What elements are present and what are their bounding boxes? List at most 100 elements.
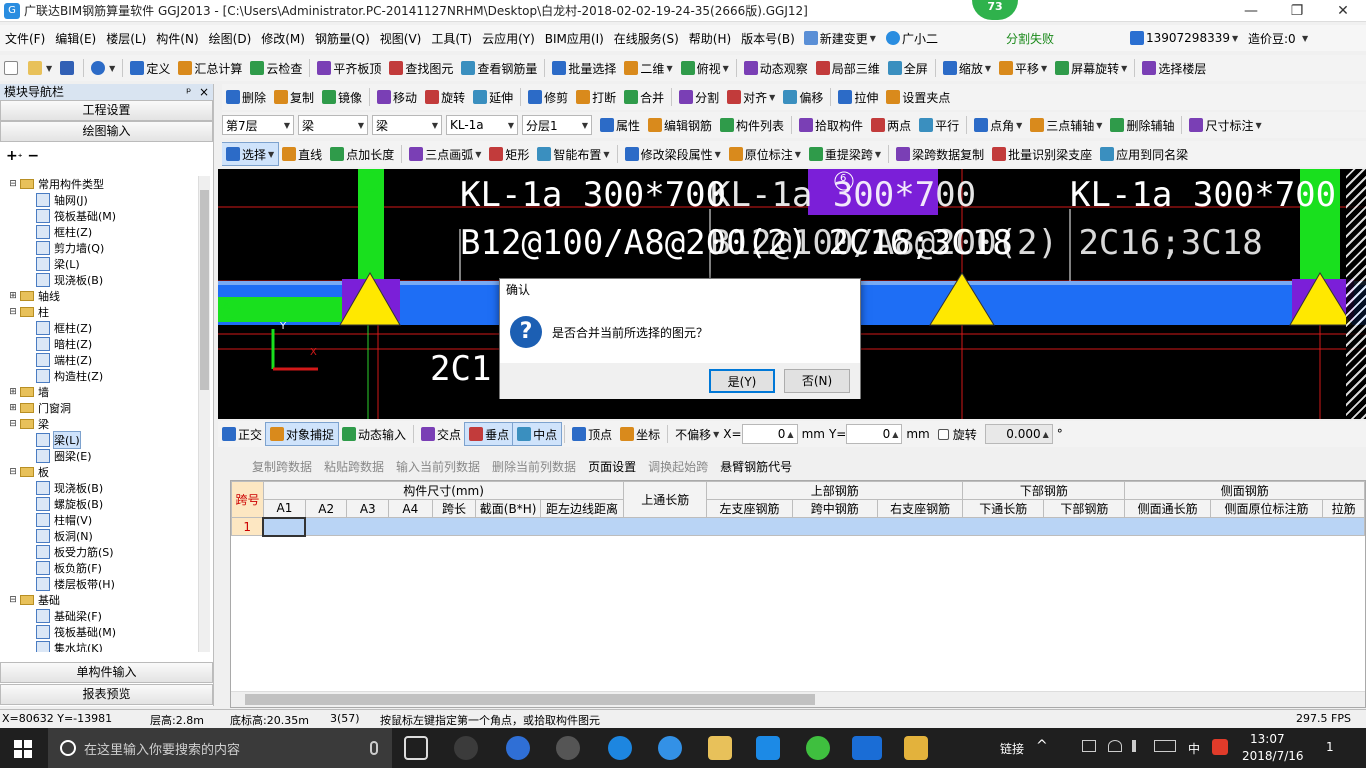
tree-node-17[interactable]: 圈梁(E) (0, 448, 198, 464)
tree-node-4[interactable]: 剪力墙(Q) (0, 240, 198, 256)
menu-item-5[interactable]: 修改(M) (256, 30, 310, 47)
keyboard-tray-icon[interactable] (1154, 740, 1176, 752)
col-top-0[interactable]: 左支座钢筋 (706, 499, 793, 518)
beam-label-1[interactable]: KL-1a 300*700 (460, 175, 726, 215)
menu-item-11[interactable]: 在线服务(S) (609, 30, 684, 47)
snap-tool-button-6[interactable]: 顶点 (568, 423, 616, 445)
main-tool-button-12[interactable]: 缩放 ▼ (939, 57, 995, 79)
table-row[interactable]: 1 (231, 516, 1365, 537)
edit-tool-button-0[interactable]: 删除 (222, 86, 270, 108)
active-cell[interactable] (262, 516, 307, 537)
ime-lang[interactable]: 中 (1188, 740, 1200, 757)
snap-tool-button-5[interactable]: 中点 (512, 422, 563, 446)
tree-node-27[interactable]: 基础梁(F) (0, 608, 198, 624)
col-side-1[interactable]: 侧面原位标注筋 (1209, 499, 1324, 518)
price-dropdown-icon[interactable]: ▼ (1302, 34, 1308, 43)
draw-tool-button-3[interactable]: 三点画弧 ▼ (405, 143, 485, 165)
link-label[interactable]: 链接 (1000, 740, 1024, 757)
restore-button[interactable]: ❐ (1274, 0, 1320, 22)
draw-tool-button-10[interactable]: 批量识别梁支座 (988, 143, 1096, 165)
rebar-label-2[interactable]: B12@100/A8@200(2) 2C16;3C18 (710, 223, 1263, 263)
col-group-side[interactable]: 侧面钢筋 (1124, 481, 1365, 500)
menu-item-7[interactable]: 视图(V) (375, 30, 427, 47)
draw-tool-button-2[interactable]: 点加长度 (326, 143, 398, 165)
main-tool-button-6[interactable]: 批量选择 (548, 57, 620, 79)
close-button[interactable]: ✕ (1320, 0, 1366, 22)
drawing-input-button[interactable]: 绘图输入 (0, 121, 213, 142)
tree-node-16[interactable]: 梁(L) (0, 431, 198, 449)
component-name-select[interactable]: KL-1a ▼ (446, 115, 518, 135)
offset-select[interactable]: 不偏移 ▼ (671, 423, 723, 445)
menu-item-13[interactable]: 版本号(B) (736, 30, 800, 47)
comp-tool-button-5[interactable]: 平行 (915, 114, 963, 136)
beam-label-3[interactable]: KL-1a 300*700 (1070, 175, 1336, 215)
tree-scrollbar[interactable] (198, 176, 210, 652)
tree-node-13[interactable]: ⊞ 墙 (0, 384, 198, 400)
span-tool-1[interactable]: 粘贴跨数据 (324, 458, 384, 475)
yes-button[interactable]: 是(Y) (709, 369, 775, 393)
tree-node-8[interactable]: ⊟ 柱 (0, 304, 198, 320)
main-tool-button-15[interactable]: 选择楼层 (1138, 57, 1210, 79)
app-green-icon[interactable] (806, 736, 830, 760)
open-file-button[interactable]: ▼ (24, 57, 56, 79)
tree-node-22[interactable]: 板洞(N) (0, 528, 198, 544)
main-tool-button-9[interactable]: 动态观察 (740, 57, 812, 79)
tree-toggle-icon[interactable]: ⊟ (8, 307, 18, 317)
comp-tool-button-9[interactable]: 尺寸标注 ▼ (1185, 114, 1265, 136)
span-tool-4[interactable]: 页面设置 (588, 458, 636, 475)
tree-node-29[interactable]: 集水坑(K) (0, 640, 198, 652)
col-dim-1[interactable]: A2 (304, 499, 348, 518)
edit-tool-button-4[interactable]: 旋转 (421, 86, 469, 108)
col-top-1[interactable]: 跨中钢筋 (791, 499, 878, 518)
minimize-button[interactable]: — (1228, 0, 1274, 22)
comp-tool-button-6[interactable]: 点角 ▼ (970, 114, 1026, 136)
draw-tool-button-5[interactable]: 智能布置 ▼ (533, 143, 613, 165)
edit-tool-button-3[interactable]: 移动 (373, 86, 421, 108)
tree-toggle-icon[interactable]: ⊟ (8, 595, 18, 605)
edit-tool-button-1[interactable]: 复制 (270, 86, 318, 108)
tree-node-3[interactable]: 框柱(Z) (0, 224, 198, 240)
notification-center-icon[interactable]: 1 (1326, 740, 1334, 754)
tree-toggle-icon[interactable]: ⊟ (8, 419, 18, 429)
col-dim-4[interactable]: 跨长 (431, 499, 477, 518)
menu-item-8[interactable]: 工具(T) (426, 30, 477, 47)
fan-app-icon[interactable] (454, 736, 478, 760)
draw-tool-button-6[interactable]: 修改梁段属性 ▼ (621, 143, 725, 165)
tree-node-6[interactable]: 现浇板(B) (0, 272, 198, 288)
snap-tool-button-0[interactable]: 正交 (218, 423, 266, 445)
col-bottom-0[interactable]: 下通长筋 (962, 499, 1045, 518)
snap-tool-button-3[interactable]: 交点 (417, 423, 465, 445)
new-change-menu[interactable]: 新建变更 ▼ (803, 30, 876, 47)
main-tool-button-10[interactable]: 局部三维 (812, 57, 884, 79)
clock-date[interactable]: 2018/7/16 (1242, 749, 1304, 763)
comp-tool-button-8[interactable]: 删除辅轴 (1106, 114, 1178, 136)
col-dim-5[interactable]: 截面(B*H) (475, 499, 541, 518)
wifi-tray-icon[interactable] (1108, 740, 1122, 752)
col-dim-0[interactable]: A1 (262, 499, 306, 518)
tray-chevron-icon[interactable]: ^ (1036, 738, 1048, 754)
menu-item-3[interactable]: 构件(N) (151, 30, 203, 47)
edit-tool-button-13[interactable]: 设置夹点 (882, 86, 954, 108)
volume-tray-icon[interactable] (1132, 740, 1146, 752)
browser-e-icon[interactable] (506, 736, 530, 760)
expand-sub-icon[interactable]: ⁺ (18, 153, 23, 163)
edit-tool-button-10[interactable]: 对齐 ▼ (723, 86, 779, 108)
new-file-button[interactable] (0, 57, 24, 79)
snap-tool-button-4[interactable]: 垂点 (464, 422, 515, 446)
col-side-2[interactable]: 拉筋 (1322, 499, 1365, 518)
span-tool-3[interactable]: 删除当前列数据 (492, 458, 576, 475)
col-dim-2[interactable]: A3 (346, 499, 390, 518)
rotate-checkbox[interactable] (937, 428, 949, 440)
edit-tool-button-6[interactable]: 修剪 (524, 86, 572, 108)
edit-tool-button-7[interactable]: 打断 (572, 86, 620, 108)
comp-tool-button-7[interactable]: 三点辅轴 ▼ (1026, 114, 1106, 136)
col-group-top[interactable]: 上部钢筋 (706, 481, 964, 500)
tree-node-10[interactable]: 暗柱(Z) (0, 336, 198, 352)
comp-tool-button-1[interactable]: 编辑钢筋 (644, 114, 716, 136)
sogou-ime-icon[interactable] (1212, 739, 1228, 755)
main-tool-button-8[interactable]: 俯视 ▼ (677, 57, 733, 79)
tree-node-14[interactable]: ⊞ 门窗洞 (0, 400, 198, 416)
component-type-select[interactable]: 梁 ▼ (298, 115, 368, 135)
ie-icon[interactable] (658, 736, 682, 760)
comp-tool-button-4[interactable]: 两点 (867, 114, 915, 136)
